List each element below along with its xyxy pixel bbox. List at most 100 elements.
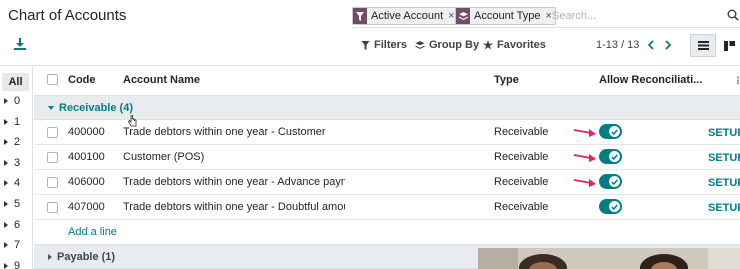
kanban-view-button[interactable]	[716, 34, 740, 57]
page-title: Chart of Accounts	[8, 7, 127, 24]
caret-right-icon	[4, 139, 8, 145]
column-header-allow-reconciliation[interactable]: Allow Reconciliati...	[599, 74, 702, 86]
setup-button[interactable]: SETUP	[708, 152, 740, 164]
sidebar-item-label: 4	[14, 177, 21, 189]
code-prefix-sidebar: All 0 1 2 3 4 5 6 7 9	[0, 66, 33, 269]
annotation-arrow-icon	[573, 129, 596, 137]
layers-icon	[415, 40, 425, 49]
setup-button[interactable]: SETUP	[708, 202, 740, 214]
filters-label: Filters	[374, 39, 408, 51]
sidebar-item-6[interactable]: 6	[4, 218, 20, 232]
table-row[interactable]: 407000 Trade debtors within one year - D…	[34, 195, 740, 220]
sidebar-item-label: 5	[14, 198, 21, 210]
cell-type: Receivable	[494, 151, 549, 163]
sidebar-item-2[interactable]: 2	[4, 135, 20, 149]
sidebar-item-4[interactable]: 4	[4, 176, 20, 190]
star-icon	[483, 40, 493, 50]
kanban-view-icon	[723, 40, 735, 51]
cell-account-name: Trade debtors within one year - Doubtful…	[123, 201, 345, 213]
groupby-button[interactable]: Group By	[415, 39, 479, 51]
reconcile-toggle[interactable]	[599, 149, 622, 164]
setup-button[interactable]: SETUP	[708, 127, 740, 139]
sidebar-item-all[interactable]: All	[2, 73, 29, 91]
chevron-left-icon[interactable]	[647, 40, 656, 50]
table-row[interactable]: 400000 Trade debtors within one year - C…	[34, 120, 740, 145]
group-label: Receivable (4)	[48, 102, 133, 114]
facet-active-account[interactable]: Active Account ×	[352, 7, 459, 25]
cell-account-name: Customer (POS)	[123, 151, 205, 163]
caret-down-icon	[48, 106, 54, 110]
groupby-label: Group By	[429, 39, 480, 51]
caret-right-icon	[4, 222, 8, 228]
row-checkbox[interactable]	[47, 152, 58, 163]
facet-account-type[interactable]: Account Type ×	[455, 7, 556, 25]
cell-account-name: Trade debtors within one year - Advance …	[123, 176, 345, 188]
column-header-account-name[interactable]: Account Name	[123, 74, 200, 86]
caret-right-icon	[4, 263, 8, 269]
add-line-row	[34, 220, 740, 245]
sidebar-item-5[interactable]: 5	[4, 197, 20, 211]
column-header-type[interactable]: Type	[494, 74, 519, 86]
caret-right-icon	[4, 201, 8, 207]
mouse-cursor-icon	[128, 115, 137, 127]
cell-type: Receivable	[494, 126, 549, 138]
facet-label: Account Type	[474, 10, 541, 22]
select-all-checkbox[interactable]	[47, 74, 58, 85]
sidebar-item-1[interactable]: 1	[4, 115, 20, 129]
chevron-right-icon[interactable]	[663, 40, 672, 50]
row-checkbox[interactable]	[47, 177, 58, 188]
filter-icon	[361, 40, 370, 50]
group-row-receivable[interactable]: Receivable (4)	[34, 96, 740, 120]
optional-columns-icon[interactable]: ⁝	[736, 74, 740, 87]
sidebar-item-label: 9	[14, 260, 21, 269]
download-icon[interactable]	[14, 38, 26, 50]
setup-button[interactable]: SETUP	[708, 177, 740, 189]
sidebar-item-label: 6	[14, 219, 21, 231]
caret-right-icon	[4, 160, 8, 166]
caret-right-icon	[4, 242, 8, 248]
column-header-code[interactable]: Code	[68, 74, 96, 86]
reconcile-toggle[interactable]	[599, 199, 622, 214]
cell-type: Receivable	[494, 201, 549, 213]
sidebar-item-7[interactable]: 7	[4, 238, 20, 252]
presenter-video-overlay	[478, 248, 740, 269]
caret-right-icon	[48, 254, 52, 260]
caret-right-icon	[4, 180, 8, 186]
list-view-button[interactable]	[690, 34, 716, 57]
add-line-link[interactable]: Add a line	[68, 226, 117, 238]
caret-right-icon	[4, 98, 8, 104]
filters-button[interactable]: Filters	[361, 39, 407, 51]
group-title: Receivable (4)	[59, 102, 133, 114]
sidebar-item-label: 1	[14, 116, 21, 128]
caret-right-icon	[4, 119, 8, 125]
checkmark-icon	[609, 126, 620, 137]
sidebar-item-label: 3	[14, 157, 21, 169]
search-icon[interactable]	[727, 9, 739, 21]
cell-code: 400000	[68, 126, 105, 138]
row-checkbox[interactable]	[47, 127, 58, 138]
sidebar-item-3[interactable]: 3	[4, 156, 20, 170]
row-checkbox[interactable]	[47, 202, 58, 213]
checkmark-icon	[609, 151, 620, 162]
sidebar-item-0[interactable]: 0	[4, 94, 20, 108]
table-row[interactable]: 400100 Customer (POS) Receivable SETUP	[34, 145, 740, 170]
reconcile-toggle[interactable]	[599, 124, 622, 139]
search-underline	[352, 27, 740, 28]
search-input[interactable]	[552, 6, 722, 26]
facet-label: Active Account	[371, 10, 444, 22]
layers-icon	[456, 8, 470, 24]
group-title: Payable (1)	[57, 251, 116, 263]
sidebar-item-label: 0	[14, 95, 21, 107]
reconcile-toggle[interactable]	[599, 174, 622, 189]
list-view-icon	[697, 41, 709, 50]
sidebar-item-9[interactable]: 9	[4, 259, 20, 269]
pager-value[interactable]: 1-13 / 13	[596, 39, 639, 51]
favorites-button[interactable]: Favorites	[483, 39, 546, 51]
cell-code: 407000	[68, 201, 105, 213]
checkmark-icon	[609, 176, 620, 187]
cell-code: 400100	[68, 151, 105, 163]
table-row[interactable]: 406000 Trade debtors within one year - A…	[34, 170, 740, 195]
sidebar-item-label: 2	[14, 136, 21, 148]
cell-account-name: Trade debtors within one year - Customer	[123, 126, 326, 138]
sidebar-item-label: 7	[14, 239, 21, 251]
